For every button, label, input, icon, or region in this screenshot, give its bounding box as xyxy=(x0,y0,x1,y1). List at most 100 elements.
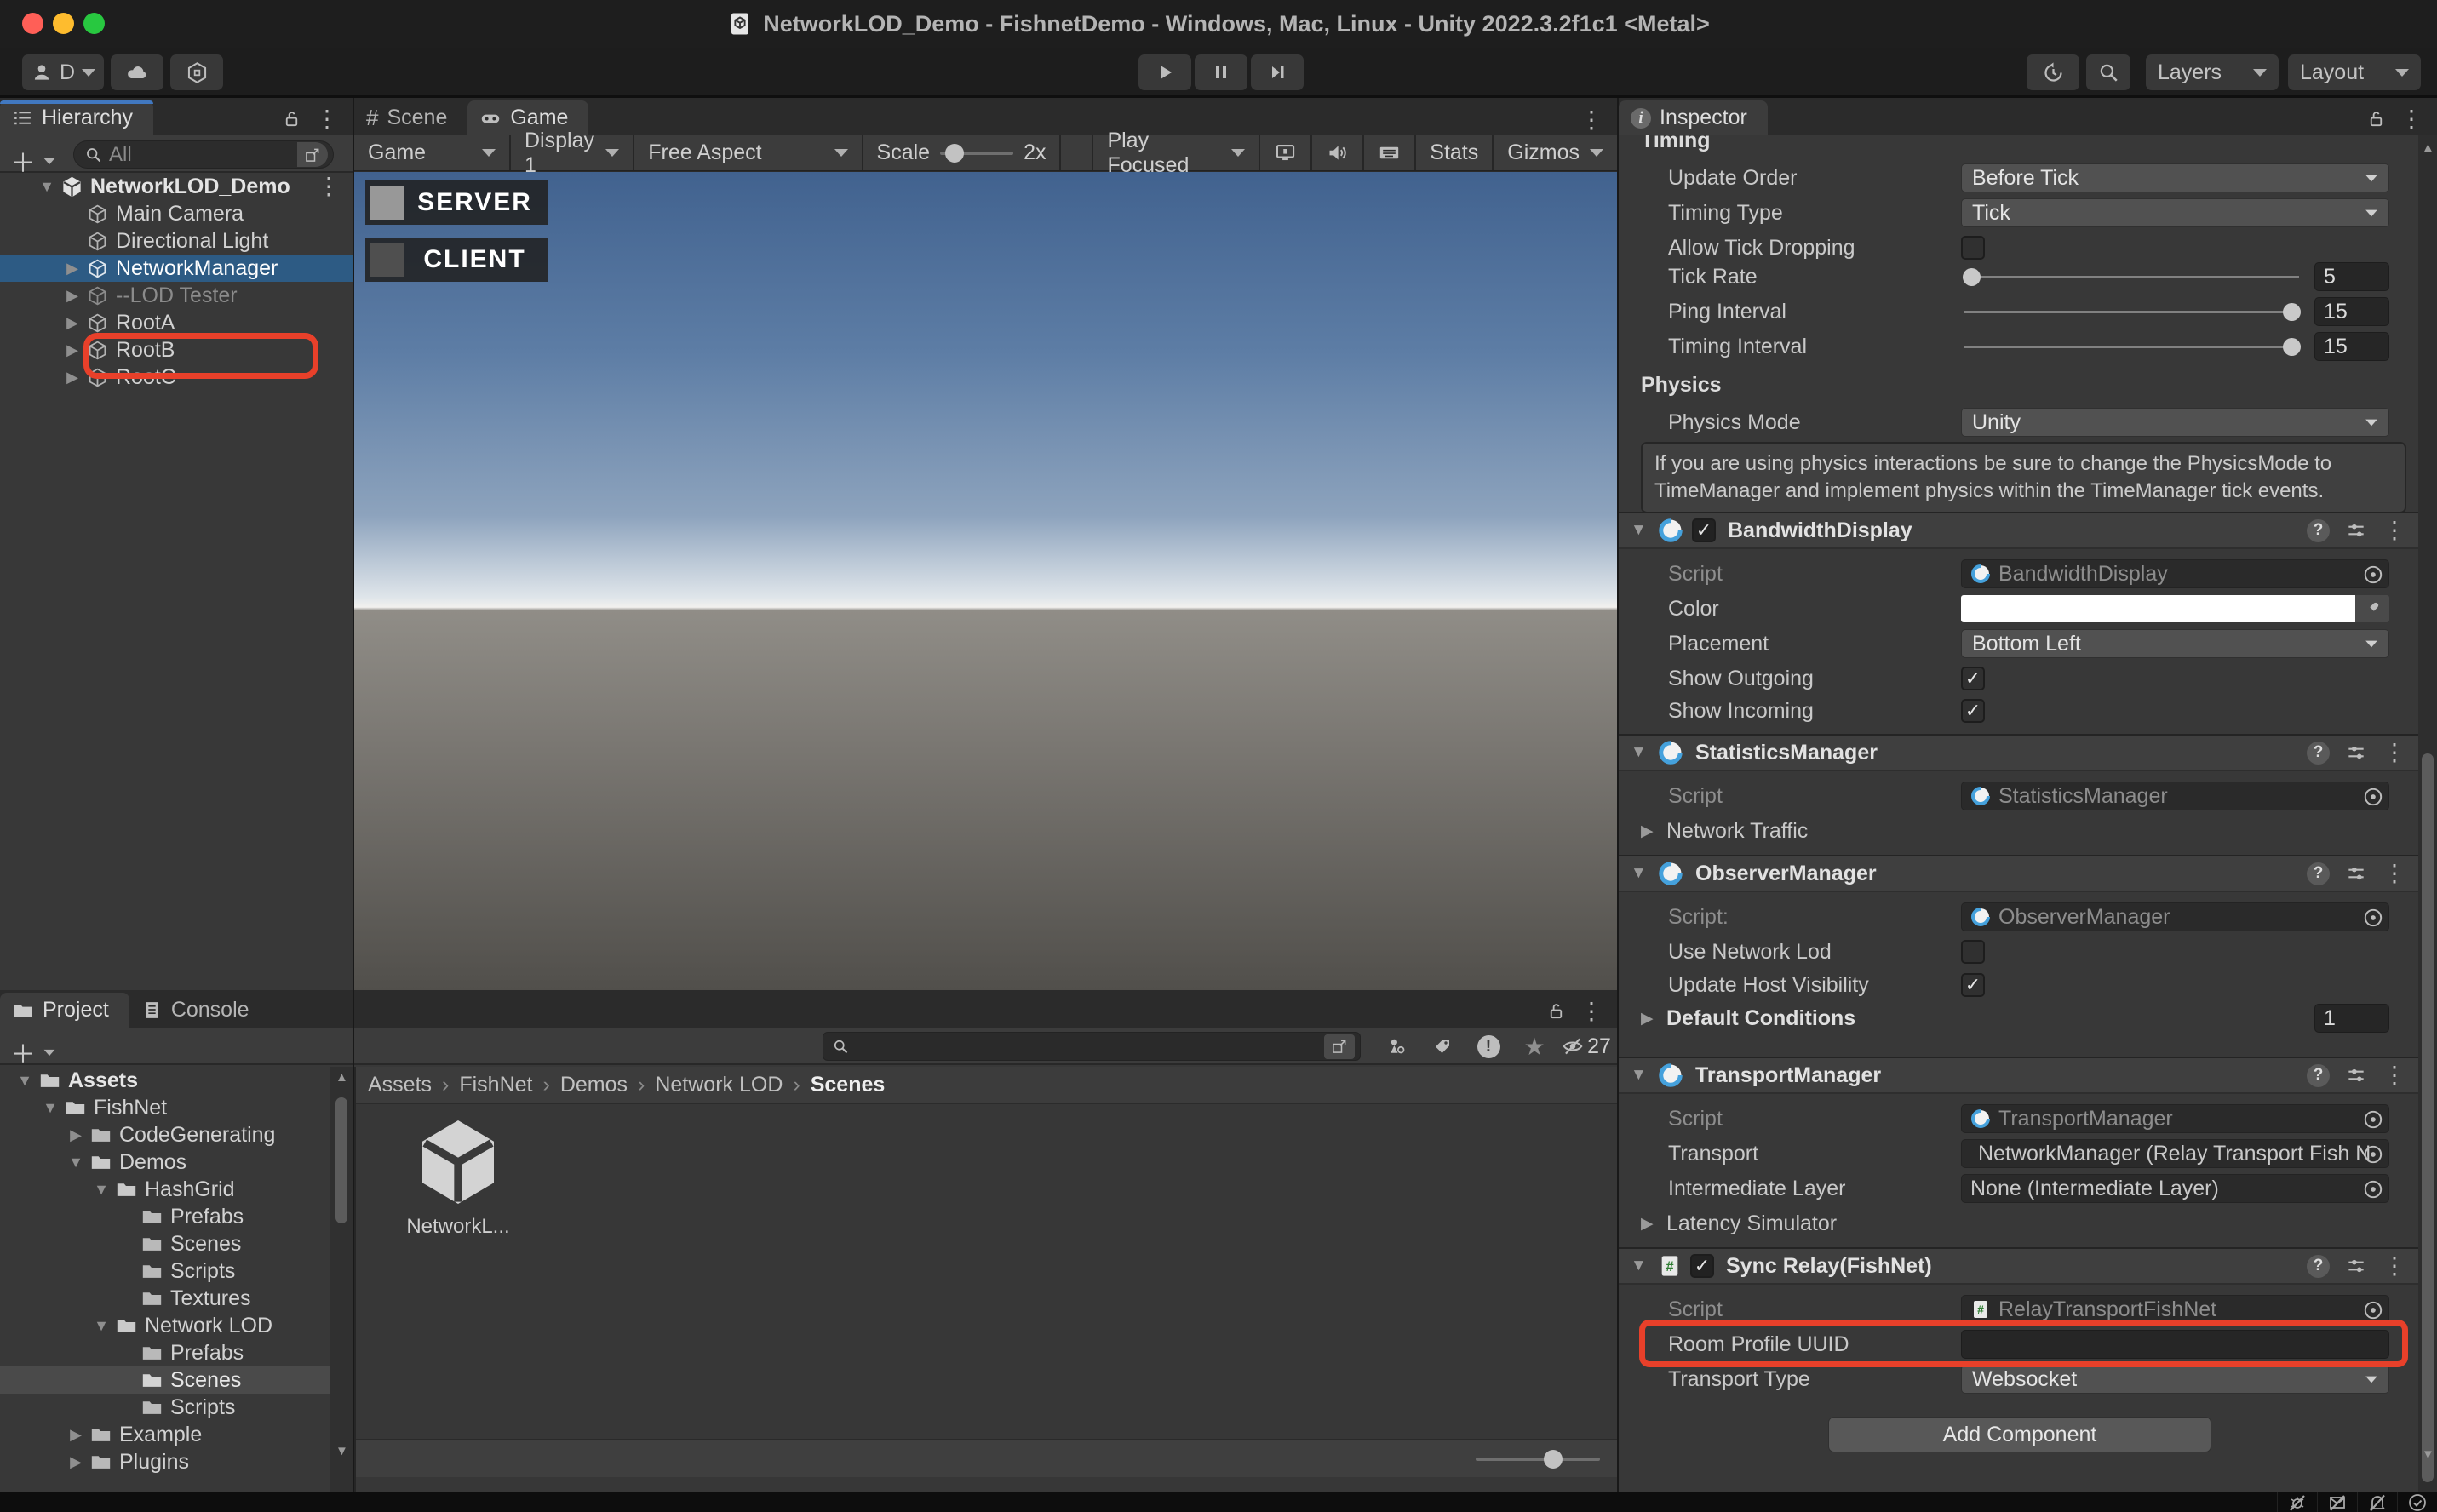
tree-item[interactable]: ▼Network LOD xyxy=(0,1312,330,1339)
thumbnail-size-knob[interactable] xyxy=(1544,1450,1563,1469)
ping-interval-slider[interactable] xyxy=(1961,297,2302,326)
update-order-dropdown[interactable]: Before Tick xyxy=(1961,163,2389,192)
tree-item-selected[interactable]: Scenes xyxy=(0,1366,330,1394)
foldout-closed-icon[interactable]: ▶ xyxy=(63,1453,89,1471)
panel-menu-icon[interactable]: ⋮ xyxy=(1580,112,1603,129)
search-by-import-log-button[interactable]: ! xyxy=(1466,1032,1511,1061)
foldout-closed-icon[interactable]: ▶ xyxy=(60,369,85,387)
hierarchy-item[interactable]: ▶ RootC xyxy=(0,364,353,391)
physics-mode-dropdown[interactable]: Unity xyxy=(1961,408,2389,437)
gizmos-dropdown[interactable]: Gizmos xyxy=(1494,135,1617,170)
default-conditions-foldout[interactable]: ▶ Default Conditions 1 xyxy=(1641,1003,2389,1034)
stats-button[interactable]: Stats xyxy=(1416,135,1494,170)
presets-icon[interactable] xyxy=(2345,742,2367,764)
transport-type-dropdown[interactable]: Websocket xyxy=(1961,1365,2389,1394)
timing-interval-field[interactable]: 15 xyxy=(2314,332,2389,361)
foldout-closed-icon[interactable]: ▶ xyxy=(60,287,85,305)
tm-script-field[interactable]: TransportManager xyxy=(1961,1104,2389,1133)
layers-dropdown[interactable]: Layers xyxy=(2146,54,2279,90)
foldout-open-icon[interactable]: ▼ xyxy=(63,1154,89,1171)
project-tree-scrollbar[interactable]: ▲ ▼ xyxy=(330,1067,353,1492)
allow-tick-dropping-checkbox[interactable] xyxy=(1961,236,1985,260)
hierarchy-item[interactable]: ▶ RootB xyxy=(0,336,353,364)
object-picker-icon[interactable] xyxy=(2362,907,2384,929)
tree-item[interactable]: Textures xyxy=(0,1285,330,1312)
foldout-open-icon[interactable]: ▼ xyxy=(37,1099,63,1117)
undo-history-button[interactable] xyxy=(2027,54,2079,90)
hierarchy-search-field[interactable] xyxy=(73,140,334,169)
object-picker-icon[interactable] xyxy=(2362,564,2384,586)
tab-project[interactable]: Project xyxy=(0,993,129,1028)
hierarchy-item[interactable]: Directional Light xyxy=(0,227,353,255)
component-menu-icon[interactable]: ⋮ xyxy=(2383,865,2406,882)
tree-item[interactable]: ▼Assets xyxy=(0,1067,330,1094)
unlock-icon[interactable] xyxy=(1546,1001,1566,1021)
scale-slider-knob[interactable] xyxy=(945,144,964,163)
foldout-closed-icon[interactable]: ▶ xyxy=(60,314,85,332)
scroll-down-icon[interactable]: ▼ xyxy=(2422,1447,2434,1462)
hierarchy-search-input[interactable] xyxy=(109,143,297,167)
pause-button[interactable] xyxy=(1195,54,1247,90)
tree-item[interactable]: Scripts xyxy=(0,1257,330,1285)
mute-messages-button[interactable] xyxy=(2317,1492,2357,1512)
bandwidthdisplay-enabled-checkbox[interactable]: ✓ xyxy=(1692,518,1716,542)
add-component-button[interactable]: Add Component xyxy=(1828,1417,2211,1452)
latency-simulator-foldout[interactable]: ▶ Latency Simulator xyxy=(1641,1208,2389,1239)
tree-item[interactable]: ▼FishNet xyxy=(0,1094,330,1121)
aspect-ratio-dropdown[interactable]: Free Aspect xyxy=(634,135,863,170)
component-menu-icon[interactable]: ⋮ xyxy=(2383,744,2406,761)
hierarchy-item[interactable]: Main Camera xyxy=(0,200,353,227)
search-by-type-button[interactable] xyxy=(1374,1032,1419,1061)
tree-item[interactable]: Scripts xyxy=(0,1394,330,1421)
zoom-window-button[interactable] xyxy=(83,13,105,34)
component-menu-icon[interactable]: ⋮ xyxy=(2383,522,2406,539)
object-picker-icon[interactable] xyxy=(2362,786,2384,808)
presets-icon[interactable] xyxy=(2345,862,2367,885)
intermediate-layer-field[interactable]: None (Intermediate Layer) xyxy=(1961,1174,2389,1203)
global-search-button[interactable] xyxy=(2086,54,2130,90)
ping-interval-slider-knob[interactable] xyxy=(2283,303,2301,321)
timing-interval-slider-knob[interactable] xyxy=(2283,338,2301,356)
panel-divider[interactable] xyxy=(1617,98,1619,1492)
foldout-closed-icon[interactable]: ▶ xyxy=(60,341,85,359)
tree-item[interactable]: ▼HashGrid xyxy=(0,1176,330,1203)
foldout-open-icon[interactable]: ▼ xyxy=(1631,864,1649,883)
breadcrumb-item[interactable]: Network LOD xyxy=(655,1073,783,1097)
presets-icon[interactable] xyxy=(2345,1255,2367,1277)
cloud-services-button[interactable] xyxy=(111,54,163,90)
transport-object-field[interactable]: NetworkManager (Relay Transport Fish N xyxy=(1961,1139,2389,1168)
foldout-open-icon[interactable]: ▼ xyxy=(1631,1257,1649,1275)
observermanager-component-header[interactable]: ▼ ObserverManager ? ⋮ xyxy=(1619,855,2418,892)
close-window-button[interactable] xyxy=(22,13,43,34)
panel-divider[interactable] xyxy=(353,98,354,1492)
device-simulator-button[interactable] xyxy=(1259,135,1312,170)
mute-bug-report-button[interactable] xyxy=(2277,1492,2317,1512)
tree-item[interactable]: Prefabs xyxy=(0,1339,330,1366)
foldout-open-icon[interactable]: ▼ xyxy=(1631,521,1649,540)
foldout-open-icon[interactable]: ▼ xyxy=(12,1072,37,1090)
tick-rate-field[interactable]: 5 xyxy=(2314,262,2389,291)
panel-menu-icon[interactable]: ⋮ xyxy=(1580,1003,1603,1020)
statisticsmanager-component-header[interactable]: ▼ StatisticsManager ? ⋮ xyxy=(1619,734,2418,771)
client-toggle-button[interactable]: CLIENT xyxy=(365,238,548,282)
help-icon[interactable]: ? xyxy=(2307,862,2330,885)
component-menu-icon[interactable]: ⋮ xyxy=(2383,1257,2406,1274)
tab-hierarchy[interactable]: Hierarchy xyxy=(0,100,153,135)
scale-slider[interactable] xyxy=(940,152,1013,155)
show-incoming-checkbox[interactable]: ✓ xyxy=(1961,699,1985,723)
create-asset-button[interactable]: ＋ xyxy=(10,1034,56,1071)
tab-inspector[interactable]: i Inspector xyxy=(1619,100,1768,135)
display-dropdown[interactable]: Display 1 xyxy=(511,135,634,170)
show-outgoing-checkbox[interactable]: ✓ xyxy=(1961,667,1985,690)
account-dropdown[interactable]: D xyxy=(22,54,104,90)
tree-item[interactable]: Prefabs xyxy=(0,1203,330,1230)
project-search-input[interactable] xyxy=(856,1034,1324,1058)
play-focused-dropdown[interactable]: Play Focused xyxy=(1092,135,1259,170)
panel-menu-icon[interactable]: ⋮ xyxy=(2400,111,2423,128)
minimize-window-button[interactable] xyxy=(53,13,74,34)
tick-rate-slider-knob[interactable] xyxy=(1963,268,1981,286)
object-picker-icon[interactable] xyxy=(2362,1299,2384,1321)
unlock-icon[interactable] xyxy=(282,109,301,129)
hierarchy-item[interactable]: ▶ --LOD Tester xyxy=(0,282,353,309)
foldout-closed-icon[interactable]: ▶ xyxy=(63,1126,89,1144)
